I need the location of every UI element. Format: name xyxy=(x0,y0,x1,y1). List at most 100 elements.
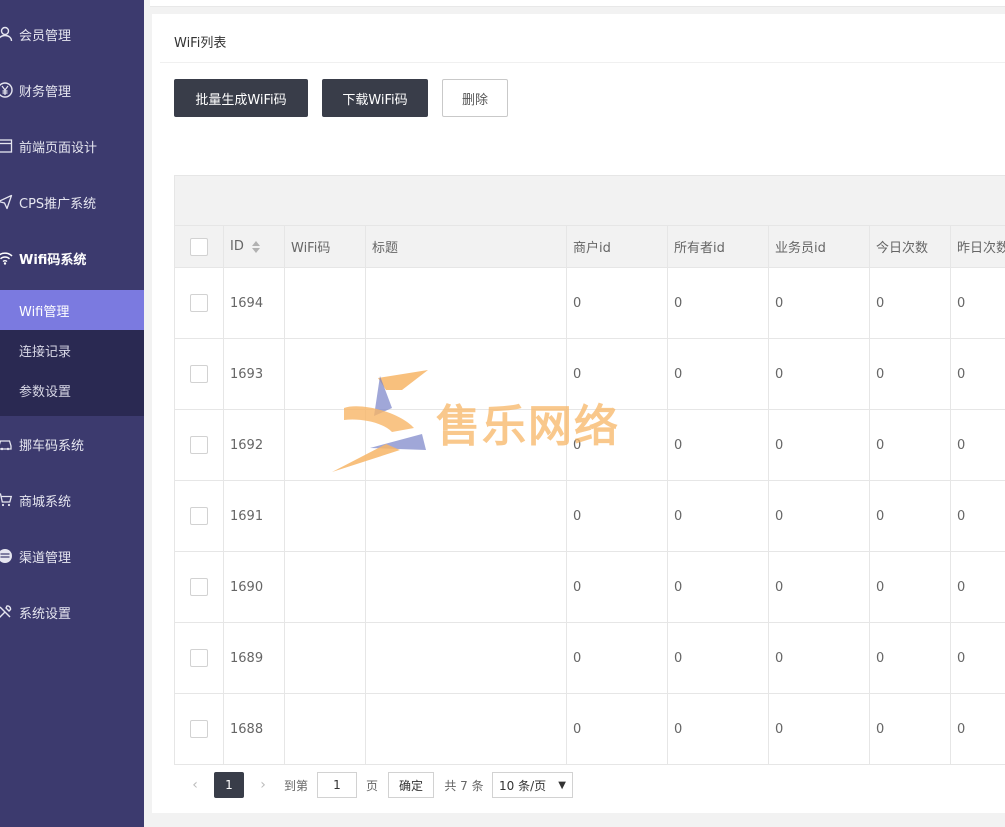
cell-merchant-id: 0 xyxy=(567,552,668,622)
download-button[interactable]: 下载WiFi码 xyxy=(322,79,428,117)
row-checkbox[interactable] xyxy=(190,436,208,454)
cell-salesman-id: 0 xyxy=(769,268,870,338)
submenu-item-label: 参数设置 xyxy=(19,384,72,400)
cell-merchant-id: 0 xyxy=(567,623,668,693)
sidebar-item-label: 渠道管理 xyxy=(19,550,72,566)
cell-yesterday-count: 0 xyxy=(951,410,1005,480)
cell-owner-id: 0 xyxy=(668,339,769,409)
select-all-checkbox[interactable] xyxy=(190,237,208,256)
table-row[interactable]: 1693 0 0 0 0 0 xyxy=(175,339,1005,410)
sidebar-item-cps[interactable]: CPS推广系统 xyxy=(0,174,144,230)
goto-confirm-button[interactable]: 确定 xyxy=(388,772,434,798)
cell-owner-id: 0 xyxy=(668,552,769,622)
goto-page-input[interactable]: 1 xyxy=(317,772,357,798)
row-checkbox[interactable] xyxy=(190,507,208,525)
cell-wifi-code xyxy=(285,694,366,764)
table-row[interactable]: 1690 0 0 0 0 0 xyxy=(175,552,1005,623)
cell-today-count: 0 xyxy=(870,552,951,622)
sidebar-item-frontend-design[interactable]: 前端页面设计 xyxy=(0,118,144,174)
cell-id: 1692 xyxy=(224,410,285,480)
sidebar-item-finance[interactable]: 财务管理 xyxy=(0,62,144,118)
page-size-select[interactable]: 10 条/页 ▼ xyxy=(492,772,573,798)
tools-icon xyxy=(0,603,14,621)
sidebar-item-label: 财务管理 xyxy=(19,84,72,100)
sidebar-item-label: Wifi码系统 xyxy=(19,252,87,268)
header-merchant-id: 商户id xyxy=(567,226,668,267)
row-checkbox[interactable] xyxy=(190,720,208,738)
table-row[interactable]: 1689 0 0 0 0 0 xyxy=(175,623,1005,694)
row-checkbox[interactable] xyxy=(190,578,208,596)
cell-owner-id: 0 xyxy=(668,268,769,338)
table-toolbar xyxy=(175,176,1005,226)
row-checkbox[interactable] xyxy=(190,294,208,312)
sidebar-item-label: 挪车码系统 xyxy=(19,438,85,454)
cell-id: 1693 xyxy=(224,339,285,409)
next-page-icon[interactable]: › xyxy=(254,772,272,798)
cart-icon xyxy=(0,491,14,509)
table-row[interactable]: 1688 0 0 0 0 0 xyxy=(175,694,1005,764)
header-id[interactable]: ID xyxy=(224,226,285,267)
cell-today-count: 0 xyxy=(870,268,951,338)
send-icon xyxy=(0,193,14,211)
table-row[interactable]: 1692 0 0 0 0 0 xyxy=(175,410,1005,481)
sidebar-item-channel[interactable]: 渠道管理 xyxy=(0,528,144,584)
row-checkbox-cell xyxy=(175,552,224,622)
car-icon xyxy=(0,435,14,453)
cell-salesman-id: 0 xyxy=(769,410,870,480)
cell-title xyxy=(366,268,567,338)
cell-salesman-id: 0 xyxy=(769,552,870,622)
cell-id: 1688 xyxy=(224,694,285,764)
sidebar-item-label: 前端页面设计 xyxy=(19,140,98,156)
cell-wifi-code xyxy=(285,623,366,693)
cell-owner-id: 0 xyxy=(668,694,769,764)
cell-wifi-code xyxy=(285,410,366,480)
row-checkbox[interactable] xyxy=(190,365,208,383)
cell-wifi-code xyxy=(285,268,366,338)
row-checkbox[interactable] xyxy=(190,649,208,667)
submenu-item-connection-log[interactable]: 连接记录 xyxy=(0,330,144,370)
header-yesterday-count: 昨日次数 xyxy=(951,226,1005,267)
sidebar-item-wifi-system[interactable]: Wifi码系统 xyxy=(0,230,144,286)
cell-today-count: 0 xyxy=(870,623,951,693)
cell-salesman-id: 0 xyxy=(769,623,870,693)
divider xyxy=(160,62,1005,63)
prev-page-icon[interactable]: ‹ xyxy=(186,772,204,798)
submenu-item-wifi-manage[interactable]: Wifi管理 xyxy=(0,290,144,330)
row-checkbox-cell xyxy=(175,694,224,764)
sidebar-item-mall[interactable]: 商城系统 xyxy=(0,472,144,528)
cell-title xyxy=(366,339,567,409)
top-bar xyxy=(150,0,1005,7)
cell-title xyxy=(366,623,567,693)
page-current[interactable]: 1 xyxy=(214,772,244,798)
cell-title xyxy=(366,481,567,551)
yen-icon xyxy=(0,81,14,99)
cell-id: 1694 xyxy=(224,268,285,338)
header-today-count: 今日次数 xyxy=(870,226,951,267)
cell-owner-id: 0 xyxy=(668,410,769,480)
cell-salesman-id: 0 xyxy=(769,481,870,551)
cell-merchant-id: 0 xyxy=(567,694,668,764)
sidebar: 会员管理 财务管理 前端页面设计 CPS推广系统 Wifi码系统 Wifi管理 … xyxy=(0,0,144,827)
sidebar-item-settings[interactable]: 系统设置 xyxy=(0,584,144,640)
cell-today-count: 0 xyxy=(870,410,951,480)
cell-title xyxy=(366,694,567,764)
cell-id: 1689 xyxy=(224,623,285,693)
table-row[interactable]: 1691 0 0 0 0 0 xyxy=(175,481,1005,552)
sidebar-item-members[interactable]: 会员管理 xyxy=(0,6,144,62)
sort-icon[interactable] xyxy=(251,240,260,253)
wifi-table: ID WiFi码 标题 商户id 所有者id 业务员id 今日次数 昨日次数 1… xyxy=(174,175,1005,765)
table-row[interactable]: 1694 0 0 0 0 0 xyxy=(175,268,1005,339)
cell-wifi-code xyxy=(285,339,366,409)
submenu-item-label: 连接记录 xyxy=(19,344,72,360)
cell-merchant-id: 0 xyxy=(567,481,668,551)
row-checkbox-cell xyxy=(175,481,224,551)
header-label: ID xyxy=(230,239,244,254)
delete-button[interactable]: 删除 xyxy=(442,79,508,117)
cell-title xyxy=(366,410,567,480)
cell-today-count: 0 xyxy=(870,339,951,409)
wifi-icon xyxy=(0,249,14,267)
submenu-item-parameters[interactable]: 参数设置 xyxy=(0,370,144,410)
sidebar-item-car-code[interactable]: 挪车码系统 xyxy=(0,416,144,472)
batch-generate-button[interactable]: 批量生成WiFi码 xyxy=(174,79,308,117)
layout-icon xyxy=(0,137,14,155)
